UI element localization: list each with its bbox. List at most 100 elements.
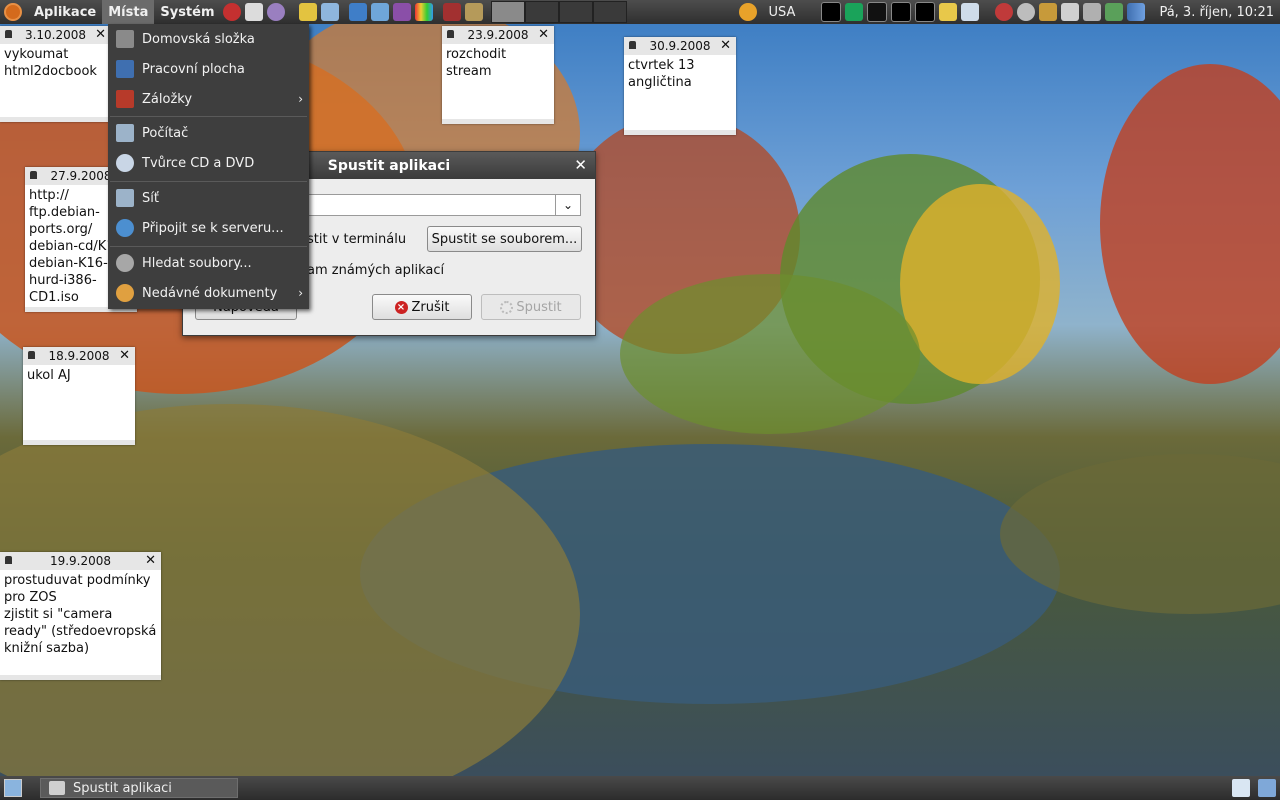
menu-item-label: Tvůrce CD a DVD [142,155,255,171]
wifi-signal-icon[interactable] [1127,3,1146,21]
close-icon[interactable]: ✕ [720,38,731,53]
launcher-workspace-icon[interactable] [298,3,317,21]
launcher-chat-icon[interactable] [266,3,285,21]
run-button[interactable]: Spustit [481,294,581,320]
notes-icon[interactable] [1232,779,1250,797]
menu-item-recent-documents[interactable]: Nedávné dokumenty › [108,278,309,308]
tray-network-icon[interactable] [995,3,1014,21]
close-icon[interactable]: ✕ [95,27,106,42]
menu-item-desktop[interactable]: Pracovní plocha [108,54,309,84]
note-header[interactable]: 23.9.2008 ✕ [442,26,554,44]
monitor-mem-icon[interactable] [845,3,864,21]
monitor-net-icon[interactable] [867,2,888,22]
sticky-note[interactable]: 3.10.2008 ✕ vykoumat html2docbook [0,26,111,122]
sticky-note[interactable]: 30.9.2008 ✕ ctvrtek 13 angličtina [624,37,736,135]
lock-icon[interactable] [447,30,454,38]
folder-icon[interactable] [939,3,958,21]
sticky-note[interactable]: 23.9.2008 ✕ rozchodit stream [442,26,554,124]
menu-places[interactable]: Místa [102,0,155,24]
launcher-package-icon[interactable] [320,3,339,21]
close-icon[interactable]: ✕ [119,348,130,363]
bottom-panel: Spustit aplikaci [0,776,1280,800]
menu-item-label: Nedávné dokumenty [142,285,278,301]
search-icon [116,254,134,272]
taskbar-window-label: Spustit aplikaci [73,780,172,796]
lock-icon[interactable] [30,171,37,179]
tray-update-icon[interactable] [1105,3,1124,21]
lock-icon[interactable] [1039,3,1058,21]
note-date: 19.9.2008 [49,554,112,568]
cd-icon [116,154,134,172]
keyboard-layout[interactable]: USA [769,5,796,20]
menu-item-label: Pracovní plocha [142,61,245,77]
note-text[interactable]: ctvrtek 13 angličtina [624,55,736,93]
close-icon[interactable]: ✕ [145,553,156,568]
run-in-terminal-label[interactable]: stit v terminálu [307,232,406,247]
menu-applications[interactable]: Aplikace [28,0,102,24]
note-text[interactable]: ukol AJ [23,365,135,386]
monitor-load-icon[interactable] [915,2,936,22]
desktop-icon [116,60,134,78]
launcher-opera-icon[interactable] [222,3,241,21]
chevron-down-icon[interactable]: ⌄ [555,195,580,215]
lock-icon[interactable] [5,556,12,564]
show-desktop-icon[interactable] [4,779,22,797]
note-date: 27.9.2008 [50,169,112,183]
close-icon[interactable]: ✕ [538,27,549,42]
note-text[interactable]: vykoumat html2docbook [0,44,111,82]
workspace-2[interactable] [524,1,559,23]
ubuntu-logo-icon[interactable] [4,3,22,21]
menu-item-home-folder[interactable]: Domovská složka [108,24,309,54]
menu-item-network[interactable]: Síť [108,183,309,213]
menu-item-computer[interactable]: Počítač [108,118,309,148]
close-icon[interactable]: ✕ [574,156,587,174]
menu-system[interactable]: Systém [154,0,220,24]
tray-disc-icon[interactable] [1017,3,1036,21]
launcher-shield-icon[interactable] [464,3,483,21]
gear-icon [500,300,514,314]
launcher-rainbow-icon[interactable] [414,3,433,21]
cancel-icon: × [394,300,408,314]
launcher-calc-icon[interactable] [392,3,411,21]
note-header[interactable]: 30.9.2008 ✕ [624,37,736,55]
note-header[interactable]: 18.9.2008 ✕ [23,347,135,365]
workspace-4[interactable] [592,1,627,23]
sticky-note[interactable]: 19.9.2008 ✕ prostuduvat podmínky pro ZOS… [0,552,161,680]
lock-icon[interactable] [28,351,35,359]
menu-item-search-files[interactable]: Hledat soubory... [108,248,309,278]
screenshot-icon[interactable] [961,3,980,21]
workspace-1[interactable] [490,1,525,23]
note-footer [23,440,135,445]
menu-item-connect-server[interactable]: Připojit se k serveru... [108,213,309,243]
lock-icon[interactable] [629,41,636,49]
launcher-cube-icon[interactable] [370,3,389,21]
menu-separator [110,181,307,182]
sticky-note[interactable]: 18.9.2008 ✕ ukol AJ [23,347,135,445]
weather-icon[interactable] [738,3,757,21]
run-with-file-button[interactable]: Spustit se souborem... [427,226,582,252]
tray-tools-icon[interactable] [1083,3,1102,21]
trash-icon[interactable] [1258,779,1276,797]
launcher-mail-icon[interactable] [244,3,263,21]
note-text[interactable]: rozchodit stream [442,44,554,82]
clock[interactable]: Pá, 3. říjen, 10:21 [1159,5,1274,20]
menu-item-bookmarks[interactable]: Záložky › [108,84,309,114]
run-button-label: Spustit [516,299,562,315]
workspace-switcher[interactable] [490,1,627,23]
note-header[interactable]: 19.9.2008 ✕ [0,552,161,570]
workspace-3[interactable] [558,1,593,23]
menu-item-cd-creator[interactable]: Tvůrce CD a DVD [108,148,309,178]
launcher-book-icon[interactable] [442,3,461,21]
note-header[interactable]: 3.10.2008 ✕ [0,26,111,44]
monitor-cpu-icon[interactable] [821,2,842,22]
note-footer [0,675,161,680]
key-icon[interactable] [1061,3,1080,21]
cancel-button[interactable]: × Zrušit [372,294,472,320]
known-apps-label[interactable]: am známých aplikací [307,263,444,278]
taskbar-window-button[interactable]: Spustit aplikaci [40,778,238,798]
launcher-inkscape-icon[interactable] [348,3,367,21]
monitor-swap-icon[interactable] [891,2,912,22]
note-text[interactable]: prostuduvat podmínky pro ZOS zjistit si … [0,570,161,659]
menu-item-label: Síť [142,190,159,206]
lock-icon[interactable] [5,30,12,38]
